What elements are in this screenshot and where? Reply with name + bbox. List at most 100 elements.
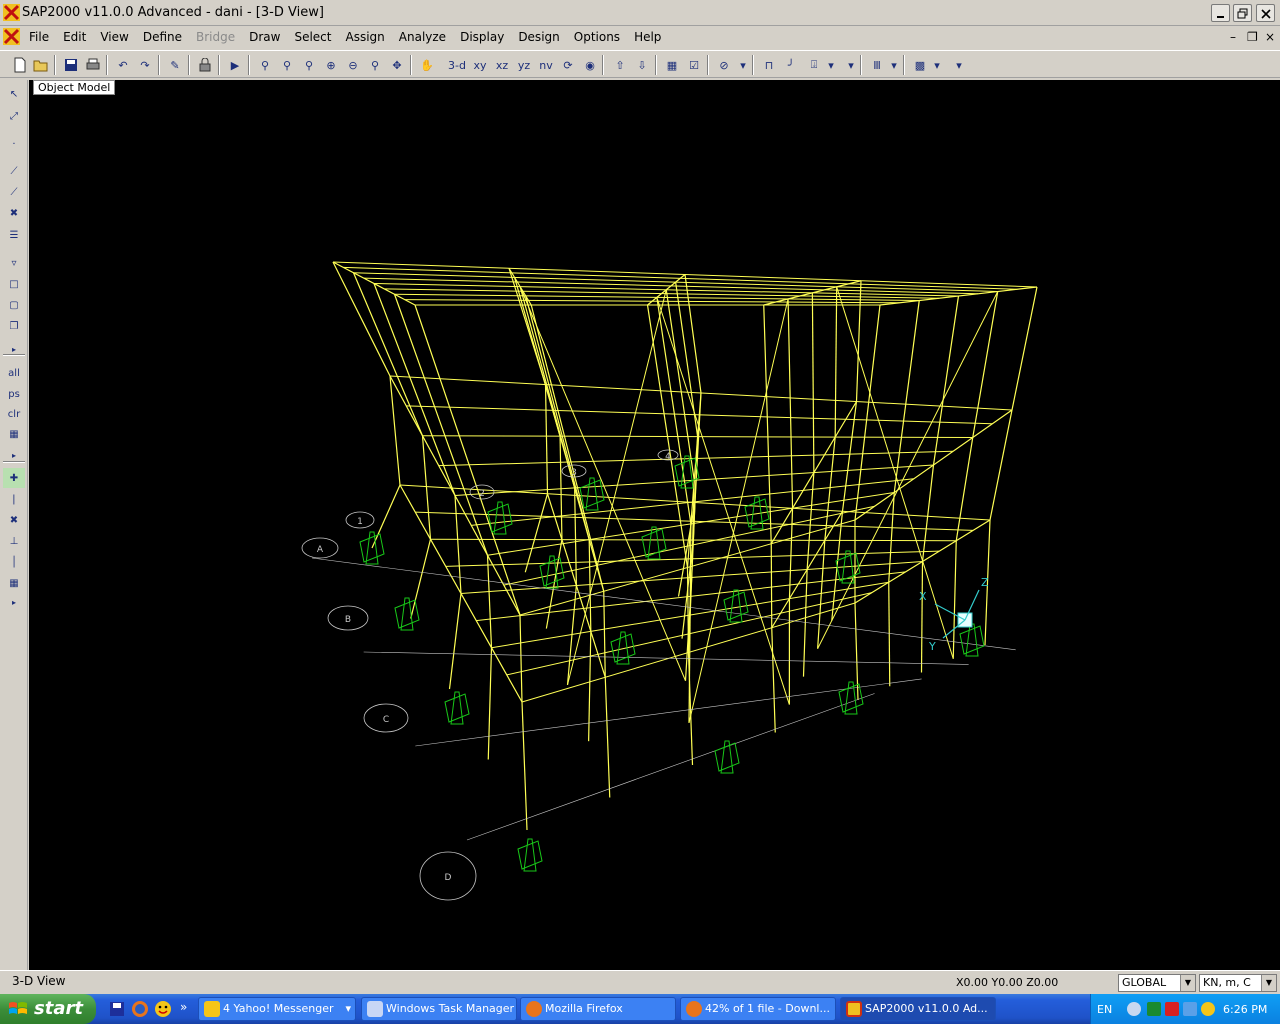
view-xz-button[interactable]: xz — [492, 55, 512, 75]
move-up-icon[interactable]: ⇧ — [610, 55, 630, 75]
menu-display[interactable]: Display — [453, 30, 511, 44]
quicklaunch-yahoo-icon[interactable] — [154, 1000, 172, 1018]
doc-minimize-icon[interactable]: – — [1230, 30, 1236, 44]
left-toolbar-expand-icon[interactable]: ▸ — [3, 339, 25, 359]
task-mozilla-firefox[interactable]: Mozilla Firefox — [520, 997, 676, 1021]
get-previous-selection-button[interactable]: ps — [3, 384, 25, 404]
save-icon[interactable] — [61, 55, 81, 75]
menu-select[interactable]: Select — [287, 30, 338, 44]
menu-draw[interactable]: Draw — [242, 30, 287, 44]
left-toolbar-expand-icon-3[interactable]: ▸ — [3, 592, 25, 612]
tray-network-icon[interactable] — [1147, 1002, 1161, 1016]
display-options-icon[interactable]: ☑ — [684, 55, 704, 75]
section-dropdown-icon[interactable]: ▾ — [889, 55, 899, 75]
task-windows-task-manager[interactable]: Windows Task Manager — [361, 997, 517, 1021]
menu-options[interactable]: Options — [567, 30, 627, 44]
move-down-icon[interactable]: ⇩ — [632, 55, 652, 75]
print-icon[interactable] — [83, 55, 103, 75]
menu-help[interactable]: Help — [627, 30, 668, 44]
hand-icon[interactable]: ✋ — [417, 55, 437, 75]
zoom-out-icon[interactable]: ⊖ — [343, 55, 363, 75]
zoom-extents-icon[interactable]: ⚲ — [299, 55, 319, 75]
reshape-icon[interactable]: ⤢ — [3, 106, 25, 126]
draw-poly-area-icon[interactable]: ▿ — [3, 253, 25, 273]
model-viewport[interactable]: A B C D 1 2 3 4 Z X Y Object Model — [29, 80, 1280, 970]
run-analysis-icon[interactable]: ▶ — [225, 55, 245, 75]
start-button[interactable]: start — [0, 994, 96, 1024]
snap-points-icon[interactable]: ✚ — [3, 468, 25, 488]
tray-expand-icon[interactable] — [1127, 1002, 1141, 1016]
frame-release-icon[interactable]: ╯ — [781, 55, 801, 75]
zoom-window-icon[interactable]: ⚲ — [255, 55, 275, 75]
redo-icon[interactable]: ↷ — [135, 55, 155, 75]
truss-dropdown-icon[interactable]: ▾ — [826, 55, 836, 75]
view-xy-button[interactable]: xy — [470, 55, 490, 75]
draw-rect-area-icon[interactable]: □ — [3, 274, 25, 294]
task-sap2000[interactable]: SAP2000 v11.0.0 Ad... — [840, 997, 996, 1021]
draw-solid-icon[interactable]: ❐ — [3, 316, 25, 336]
toolbar-overflow-icon[interactable]: ▾ — [738, 55, 748, 75]
snap-icon[interactable]: ⊘ — [714, 55, 734, 75]
draw-joint-icon[interactable]: · — [3, 134, 25, 154]
draw-frame-icon[interactable]: ⟋ — [3, 161, 25, 181]
perspective-icon[interactable]: ◉ — [580, 55, 600, 75]
coord-system-select[interactable]: GLOBAL ▼ — [1118, 974, 1196, 992]
zoom-in-icon[interactable]: ⊕ — [321, 55, 341, 75]
view-yz-button[interactable]: yz — [514, 55, 534, 75]
select-all-button[interactable]: all — [3, 363, 25, 383]
menu-define[interactable]: Define — [136, 30, 189, 44]
set-display-icon[interactable]: ▦ — [662, 55, 682, 75]
doc-restore-icon[interactable]: ❐ — [1247, 30, 1258, 44]
task-yahoo-messenger[interactable]: 4 Yahoo! Messenger ▾ — [198, 997, 356, 1021]
area-dropdown-icon[interactable]: ▾ — [932, 55, 942, 75]
new-model-icon[interactable] — [10, 55, 30, 75]
tray-connection-icon[interactable] — [1183, 1002, 1197, 1016]
quick-draw-secondary-icon[interactable]: ☰ — [3, 225, 25, 245]
task-firefox-download[interactable]: 42% of 1 file - Downl... — [680, 997, 836, 1021]
snap-intersections-icon[interactable]: ✖ — [3, 510, 25, 530]
menu-assign[interactable]: Assign — [339, 30, 392, 44]
clear-selection-button[interactable]: clr — [3, 404, 25, 424]
tray-yahoo-icon[interactable] — [1201, 1002, 1215, 1016]
sap2000-app-icon[interactable] — [3, 4, 20, 21]
snap-perpendicular-icon[interactable]: ⊥ — [3, 531, 25, 551]
document-icon[interactable] — [3, 28, 20, 45]
toolbar-overflow-icon-2[interactable]: ▾ — [846, 55, 856, 75]
pan-icon[interactable]: ✥ — [387, 55, 407, 75]
undo-icon[interactable]: ↶ — [113, 55, 133, 75]
truss-icon[interactable]: ⍗ — [804, 55, 824, 75]
structure-3d-model[interactable]: A B C D 1 2 3 4 Z X Y — [29, 80, 1280, 970]
quick-draw-frame-icon[interactable]: ⟋ — [3, 182, 25, 202]
view-nv-button[interactable]: nv — [536, 55, 556, 75]
frame-section-icon[interactable]: ⊓ — [759, 55, 779, 75]
menu-file[interactable]: File — [22, 30, 56, 44]
menu-view[interactable]: View — [93, 30, 135, 44]
menu-edit[interactable]: Edit — [56, 30, 93, 44]
toolbar-overflow-icon-3[interactable]: ▾ — [954, 55, 964, 75]
language-indicator[interactable]: EN — [1097, 1003, 1112, 1016]
menu-design[interactable]: Design — [511, 30, 566, 44]
quick-draw-braces-icon[interactable]: ✖ — [3, 203, 25, 223]
pencil-icon[interactable]: ✎ — [165, 55, 185, 75]
open-icon[interactable] — [31, 55, 51, 75]
quick-draw-area-icon[interactable]: ▢ — [3, 295, 25, 315]
snap-fine-grid-icon[interactable]: ▦ — [3, 573, 25, 593]
snap-lines-icon[interactable]: │ — [3, 552, 25, 572]
quicklaunch-firefox-icon[interactable] — [131, 1000, 149, 1018]
restore-button[interactable] — [1233, 4, 1252, 22]
snap-ends-icon[interactable]: ❘ — [3, 489, 25, 509]
lock-icon[interactable] — [195, 55, 215, 75]
minimize-button[interactable] — [1211, 4, 1230, 22]
close-button[interactable] — [1256, 4, 1275, 22]
zoom-previous-icon[interactable]: ⚲ — [365, 55, 385, 75]
rotate-view-icon[interactable]: ⟳ — [558, 55, 578, 75]
i-section-icon[interactable]: Ⅲ — [867, 55, 887, 75]
units-select[interactable]: KN, m, C ▼ — [1199, 974, 1277, 992]
doc-close-icon[interactable]: × — [1265, 30, 1275, 44]
intersecting-line-select-icon[interactable]: ▦ — [3, 424, 25, 444]
quicklaunch-more-icon[interactable]: » — [180, 1000, 187, 1014]
pointer-icon[interactable]: ↖ — [3, 84, 25, 104]
area-section-icon[interactable]: ▩ — [910, 55, 930, 75]
view-3d-button[interactable]: 3-d — [447, 55, 467, 75]
tray-flash-icon[interactable] — [1165, 1002, 1179, 1016]
